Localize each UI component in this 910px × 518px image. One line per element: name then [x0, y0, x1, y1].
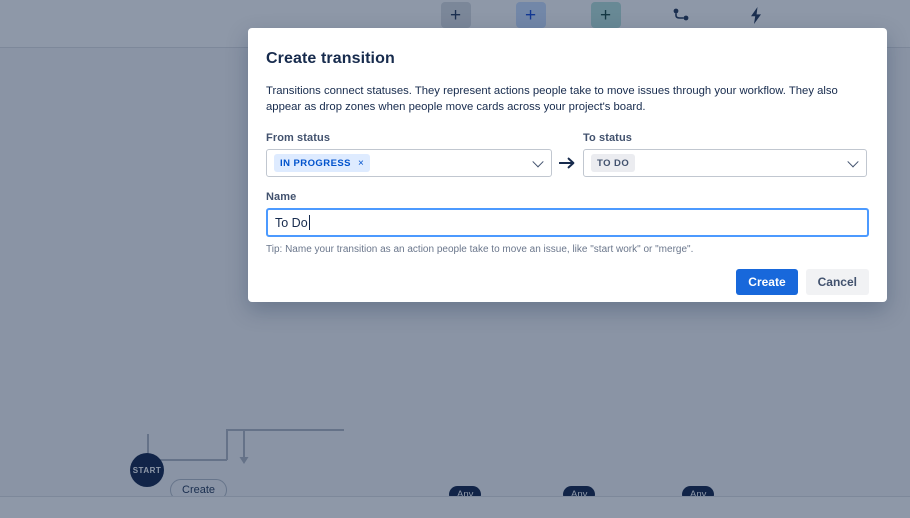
from-status-field: From status IN PROGRESS ×	[266, 132, 552, 177]
dialog-title: Create transition	[266, 50, 395, 67]
from-status-label: From status	[266, 132, 331, 144]
to-status-chip-label: TO DO	[597, 157, 630, 169]
name-input-value: To Do	[275, 215, 308, 230]
name-input[interactable]: To Do	[266, 208, 869, 237]
create-button[interactable]: Create	[736, 269, 798, 295]
dialog-actions: Create Cancel	[266, 269, 869, 295]
name-field: Name To Do	[266, 191, 869, 237]
status-fields-row: From status IN PROGRESS × To status TO D…	[266, 132, 869, 177]
transition-direction-arrow	[552, 149, 583, 177]
create-transition-dialog: Create transition Transitions connect st…	[248, 28, 887, 302]
to-status-select[interactable]: TO DO	[583, 149, 867, 177]
chevron-down-icon[interactable]	[532, 156, 544, 168]
to-status-chip: TO DO	[591, 154, 636, 172]
to-status-label: To status	[583, 132, 632, 144]
name-field-tip: Tip: Name your transition as an action p…	[266, 244, 694, 255]
dialog-description: Transitions connect statuses. They repre…	[266, 85, 838, 113]
from-status-chip: IN PROGRESS ×	[274, 154, 371, 172]
from-status-chip-label: IN PROGRESS	[280, 157, 351, 169]
name-label: Name	[266, 191, 297, 203]
cancel-button[interactable]: Cancel	[805, 269, 869, 295]
to-status-field: To status TO DO	[583, 132, 867, 177]
arrow-right-icon	[559, 157, 575, 169]
from-status-select[interactable]: IN PROGRESS ×	[266, 149, 552, 177]
text-caret	[308, 215, 310, 230]
chevron-down-icon[interactable]	[847, 156, 859, 168]
close-icon[interactable]: ×	[358, 158, 364, 169]
